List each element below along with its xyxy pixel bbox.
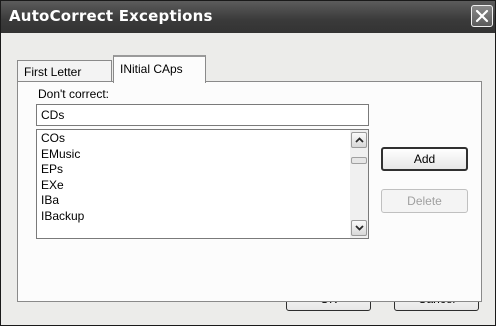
tab-first-letter[interactable]: First Letter [17, 60, 112, 82]
scroll-thumb[interactable] [351, 157, 367, 164]
arrow-up-icon [355, 137, 364, 143]
exceptions-list[interactable]: COs EMusic EPs EXe IBa IBackup [36, 129, 369, 239]
close-button[interactable] [471, 5, 493, 27]
list-item[interactable]: IBackup [37, 209, 343, 225]
list-items: COs EMusic EPs EXe IBa IBackup [37, 131, 343, 224]
scroll-down-button[interactable] [351, 220, 367, 236]
list-scrollbar[interactable] [350, 130, 368, 238]
list-item[interactable]: EXe [37, 178, 343, 194]
close-icon [475, 9, 489, 23]
list-item[interactable]: COs [37, 131, 343, 147]
title-bar[interactable]: AutoCorrect Exceptions [1, 1, 495, 33]
exception-input[interactable]: CDs [36, 104, 369, 126]
dialog-title: AutoCorrect Exceptions [9, 7, 213, 25]
delete-button[interactable]: Delete [381, 189, 468, 213]
list-item[interactable]: IBa [37, 193, 343, 209]
add-button[interactable]: Add [381, 147, 468, 171]
scroll-up-button[interactable] [351, 132, 367, 148]
list-item[interactable]: EPs [37, 162, 343, 178]
dialog-window: AutoCorrect Exceptions First Letter INit… [0, 0, 496, 326]
tab-initial-caps[interactable]: INitial CAps [113, 55, 206, 83]
dialog-body: First Letter INitial CAps Don't correct:… [1, 33, 495, 325]
list-item[interactable]: EMusic [37, 147, 343, 163]
tab-panel: Don't correct: CDs COs EMusic EPs EXe IB… [17, 81, 482, 302]
arrow-down-icon [355, 225, 364, 231]
dont-correct-label: Don't correct: [38, 87, 109, 101]
